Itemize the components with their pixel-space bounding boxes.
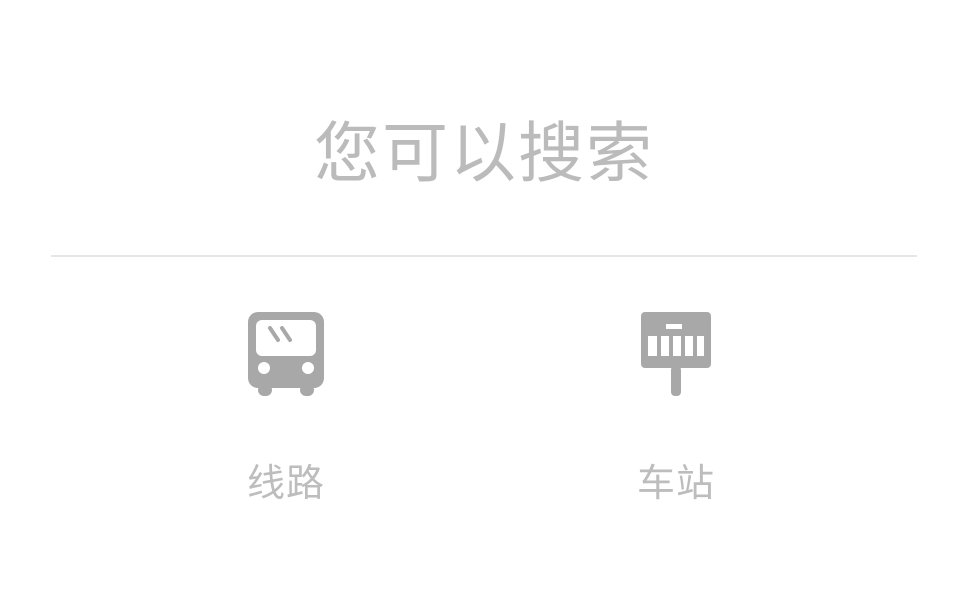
divider [51, 255, 917, 257]
search-route-option[interactable]: 线路 [206, 306, 366, 516]
route-label: 线路 [246, 461, 325, 505]
bus-stop-sign-icon [596, 306, 756, 406]
station-label: 车站 [636, 461, 715, 505]
page-title: 您可以搜索 [314, 115, 654, 192]
bus-icon [206, 306, 366, 406]
search-options-page: 您可以搜索 线路 车站 [0, 0, 961, 601]
search-station-option[interactable]: 车站 [596, 306, 756, 516]
